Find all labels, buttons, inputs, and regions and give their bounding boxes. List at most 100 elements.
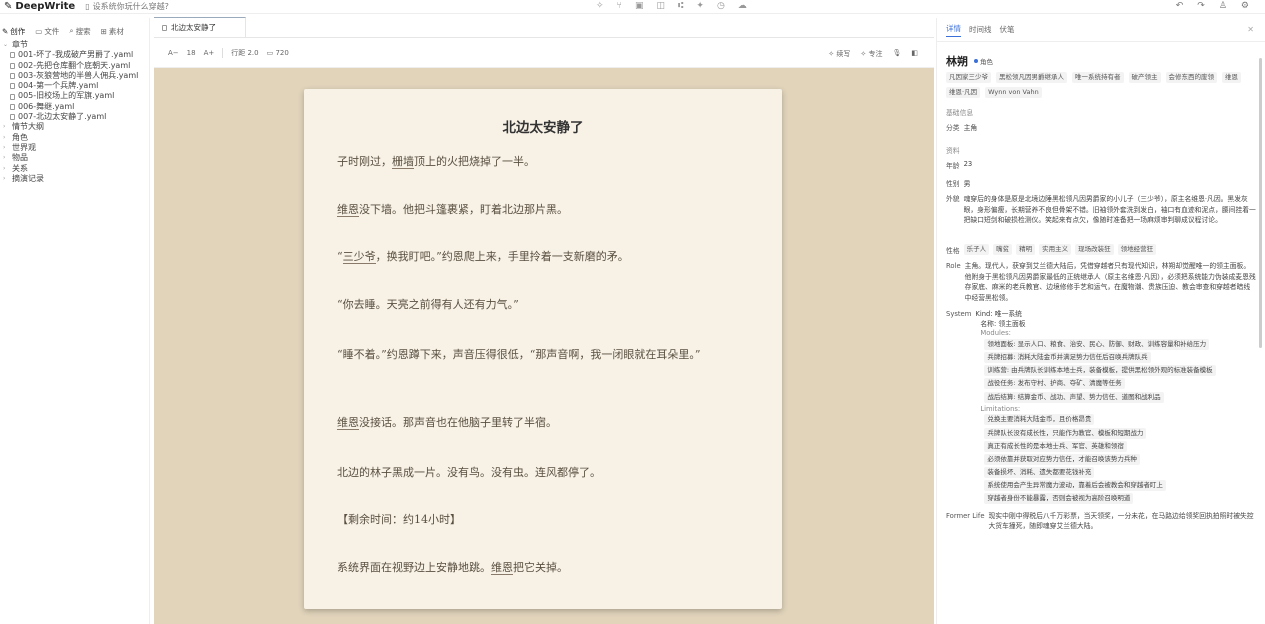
tab-materials[interactable]: ⊞ 素材 (101, 24, 124, 38)
tab-foreshadow[interactable]: 伏笔 (1000, 24, 1015, 35)
editor-tabbar: 北边太安静了 (154, 17, 934, 38)
paragraph-text: “睡不着。”约恩蹲下来，声音压得很低，“那声音啊，我一闭眼就在耳朵里。” (337, 348, 701, 361)
module-item-row: 领地面板: 显示人口、粮食、治安、民心、防御、财政、训练容量和补给压力 (984, 338, 1215, 352)
font-decrease-button[interactable]: A− (168, 49, 179, 57)
tab-timeline[interactable]: 时间线 (969, 24, 992, 35)
top-right-controls: ↶ ↷ ♙ ⚙ (1176, 1, 1249, 11)
tree-node-chapters[interactable]: ⌄ 章节 (3, 40, 149, 50)
font-increase-button[interactable]: A+ (204, 49, 215, 57)
tree-node-items[interactable]: › 物品 (3, 153, 149, 163)
module-item-row: 战役任务: 发布守村、护商、夺矿、清魔等任务 (984, 378, 1215, 391)
editor-tab-label: 北边太安静了 (171, 23, 216, 32)
paragraph: “你去睡。天亮之前得有人还有力气。” (304, 292, 782, 317)
panel-scrollbar[interactable] (1259, 58, 1262, 348)
project-title[interactable]: ▯ 设系统你玩什么穿越? (85, 1, 169, 12)
node-label: 物品 (12, 153, 28, 163)
editor-tab[interactable]: 北边太安静了 (154, 17, 246, 37)
settings-icon[interactable]: ⚙ (1241, 1, 1249, 11)
dot-icon (974, 59, 978, 63)
node-label: 关系 (12, 163, 28, 173)
limitation-item: 系统使用会产生异常魔力波动，靠着后会被教会和穿越者盯上 (984, 480, 1166, 492)
file-label: 007-北边太安静了.yaml (18, 112, 107, 122)
gender-key: 性别 (946, 180, 960, 188)
mic-icon[interactable]: 🎙 (892, 49, 901, 59)
focus-button[interactable]: ✧ 专注 (860, 49, 882, 59)
limitation-item: 兵牌队长没有成长性，只能作为教官、模板和短期战力 (984, 427, 1147, 439)
file-item[interactable]: 002-先把仓库翻个底朝天.yaml (3, 61, 149, 71)
magic-icon[interactable]: ✧ (596, 1, 604, 11)
entity-link[interactable]: 维恩 (491, 561, 513, 575)
redo-icon[interactable]: ↷ (1197, 1, 1205, 11)
trait-chip: 领地经营狂 (1117, 244, 1157, 255)
paragraph: “睡不着。”约恩蹲下来，声音压得很低，“那声音啊，我一闭眼就在耳朵里。” (304, 342, 782, 367)
top-bar: ✎ DeepWrite ▯ 设系统你玩什么穿越? ✧ ⑂ ▣ ◫ ⑆ ✦ ◷ ☁… (0, 0, 1265, 14)
entity-link[interactable]: 三少爷 (342, 250, 376, 264)
module-list: 领地面板: 显示人口、粮食、治安、民心、防御、财政、训练容量和补给压力 兵牌招募:… (975, 338, 1216, 405)
width-control[interactable]: ▭ 720 (267, 49, 289, 57)
sparkle-icon[interactable]: ✦ (696, 1, 704, 11)
entity-link[interactable]: 栅墙 (392, 155, 414, 169)
sidebar-tabs: ✎ 创作 ▭ 文件 ⌕ 搜索 ⊞ 素材 (0, 18, 149, 38)
looks-key: 外貌 (946, 195, 960, 203)
tab-create[interactable]: ✎ 创作 (2, 24, 25, 38)
pencil-icon: ✎ (2, 26, 9, 36)
continue-write-button[interactable]: ✧ 续写 (828, 49, 850, 59)
app-title: DeepWrite (15, 1, 76, 12)
node-label: 世界观 (12, 142, 36, 152)
module-item: 领地面板: 显示人口、粮食、治安、民心、防御、财政、训练容量和补给压力 (984, 338, 1210, 350)
limitation-item-row: 真正有成长性的是本地士兵、军官、英雄和领宿 (984, 440, 1215, 454)
tab-details[interactable]: 详情 (946, 23, 961, 37)
file-item[interactable]: 005-旧校场上的军旗.yaml (3, 91, 149, 101)
file-item[interactable]: 003-灰狼营地的半兽人佣兵.yaml (3, 71, 149, 81)
editor-area: 北边太安静了 A− 18 A+ 行距 2.0 ▭ 720 ✧ 续写 ✧ 专注 🎙… (154, 17, 934, 624)
panel-icon[interactable]: ◧ (911, 49, 918, 59)
user-icon[interactable]: ♙ (1219, 1, 1227, 11)
tree-node-world[interactable]: › 世界观 (3, 143, 149, 153)
tree-node-log[interactable]: › 摘演记录 (3, 174, 149, 184)
file-icon (162, 24, 167, 31)
chevron-right-icon: › (3, 154, 6, 162)
chapter-title: 北边太安静了 (502, 120, 584, 136)
limitation-item: 装备损坏、消耗、遗失都要花钱补充 (984, 467, 1095, 479)
tab-files[interactable]: ▭ 文件 (35, 24, 59, 38)
manuscript-page[interactable]: 北边太安静了 子时刚过，栅墙顶上的火把烧掉了一半。 维恩没下墙。他把斗篷裹紧，盯着… (304, 89, 782, 609)
cloud-icon[interactable]: ☁ (738, 1, 747, 11)
file-icon (10, 62, 15, 69)
tree-node-characters[interactable]: › 角色 (3, 133, 149, 143)
box-icon[interactable]: ▣ (635, 1, 644, 11)
branch-icon[interactable]: ⑂ (617, 1, 622, 11)
alias-chip: 维恩·凡因 (946, 87, 981, 98)
file-item[interactable]: 004-第一个兵牌.yaml (3, 81, 149, 91)
git-icon[interactable]: ⑆ (678, 1, 683, 11)
age-row: 年龄 23 (946, 160, 1256, 170)
line-height-control[interactable]: 行距 2.0 (231, 48, 258, 58)
system-kind: Kind: 唯一系统 (975, 310, 1022, 318)
clock-icon[interactable]: ◷ (717, 1, 725, 11)
entity-link[interactable]: 维恩 (337, 203, 359, 217)
file-item[interactable]: 007-北边太安静了.yaml (3, 112, 149, 122)
tab-search[interactable]: ⌕ 搜索 (69, 24, 90, 38)
age-key: 年龄 (946, 162, 960, 170)
search-icon: ⌕ (69, 26, 74, 35)
module-item: 战役任务: 发布守村、护商、夺矿、清魔等任务 (984, 378, 1125, 390)
tree-node-relations[interactable]: › 关系 (3, 164, 149, 174)
limitation-item-row: 兑换主要消耗大陆金币，且价格昂贵 (984, 414, 1215, 427)
entity-link[interactable]: 维恩 (337, 416, 359, 430)
chevron-right-icon: › (3, 123, 6, 131)
file-item[interactable]: 006-舞继.yaml (3, 102, 149, 112)
system-detail: Kind: 唯一系统 名称: 领主面板 Modules: 领地面板: 显示人口、… (975, 310, 1216, 507)
close-icon[interactable]: ✕ (1247, 25, 1254, 34)
node-label: 情节大纲 (12, 122, 44, 132)
character-header: 林朔 角色 (946, 54, 1256, 68)
chevron-right-icon: › (3, 133, 6, 141)
looks-value: 魂穿后的身体是原是北境边陲黑松领凡因男爵家的小儿子（三少爷），原主名维恩·凡因。… (963, 195, 1256, 224)
undo-icon[interactable]: ↶ (1176, 1, 1184, 11)
file-item[interactable]: 001-坏了-我成破产男爵了.yaml (3, 50, 149, 60)
app-brand[interactable]: ✎ DeepWrite (4, 1, 75, 12)
node-label: 章节 (12, 40, 28, 49)
node-label: 角色 (12, 132, 28, 142)
layout-icon[interactable]: ◫ (656, 1, 665, 11)
paragraph-text: 【剩余时间：约14小时】 (337, 513, 461, 526)
tree-node-outline[interactable]: › 情节大纲 (3, 122, 149, 132)
file-icon (10, 73, 15, 80)
